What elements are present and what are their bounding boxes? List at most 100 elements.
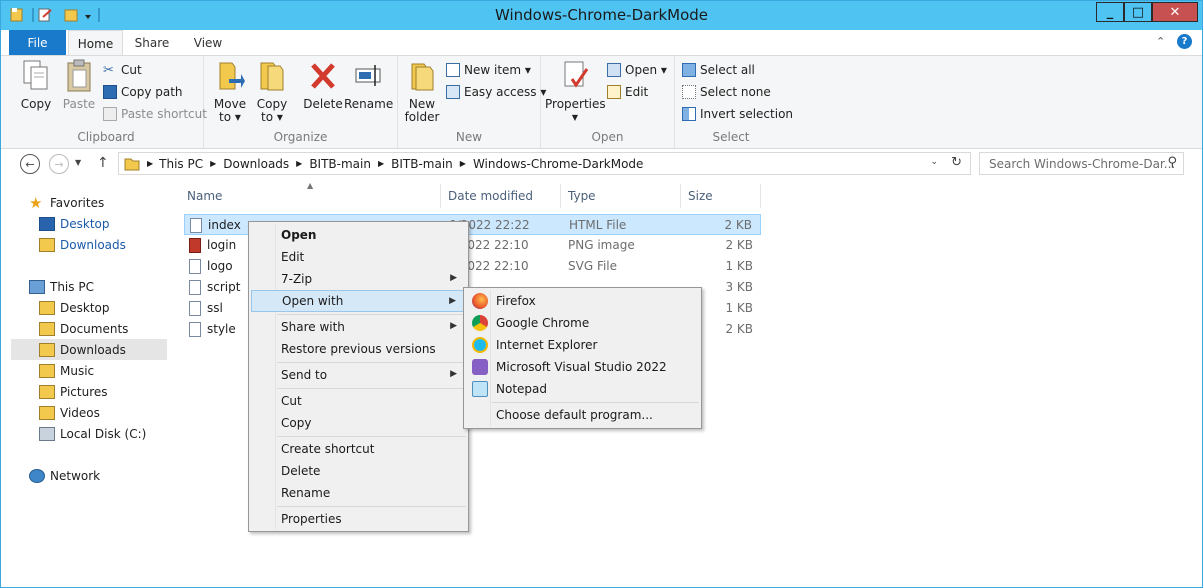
- tab-share[interactable]: Share: [127, 30, 177, 55]
- refresh-icon[interactable]: ↻: [951, 155, 962, 170]
- up-button[interactable]: ↑: [97, 155, 109, 171]
- paste-shortcut-label: Paste shortcut: [121, 107, 207, 121]
- nav-local-disk[interactable]: Local Disk (C:): [39, 423, 146, 444]
- menu-item-choose-default[interactable]: Choose default program...: [466, 404, 699, 426]
- js-file-icon: [189, 280, 201, 295]
- menu-item-firefox[interactable]: Firefox: [466, 290, 699, 312]
- breadcrumb-current-folder[interactable]: Windows-Chrome-DarkMode: [473, 157, 643, 171]
- move-to-button[interactable]: Move to ▾: [210, 59, 250, 124]
- breadcrumb-separator-icon[interactable]: ▶: [378, 159, 384, 168]
- tab-view[interactable]: View: [183, 30, 233, 55]
- file-size: 1 KB: [725, 301, 753, 315]
- nav-this-pc[interactable]: This PC: [29, 276, 94, 297]
- recent-locations-icon[interactable]: ▼: [75, 158, 81, 167]
- forward-button[interactable]: →: [49, 154, 69, 174]
- breadcrumb-downloads[interactable]: Downloads: [223, 157, 289, 171]
- breadcrumb-separator-icon[interactable]: ▶: [460, 159, 466, 168]
- nav-documents[interactable]: Documents: [39, 318, 128, 339]
- collapse-ribbon-icon[interactable]: ⌃: [1156, 35, 1165, 48]
- copy-button[interactable]: Copy: [15, 59, 57, 111]
- properties-dropdown-icon[interactable]: ▼: [545, 111, 605, 124]
- menu-item-restore[interactable]: Restore previous versions: [251, 338, 466, 360]
- nav-pictures-label: Pictures: [60, 384, 108, 399]
- music-folder-icon: [39, 363, 55, 378]
- menu-item-open[interactable]: Open: [251, 224, 466, 246]
- edit-button[interactable]: Edit: [607, 82, 648, 102]
- menu-item-copy[interactable]: Copy: [251, 412, 466, 434]
- file-size: 3 KB: [725, 280, 753, 294]
- menu-item-notepad[interactable]: Notepad: [466, 378, 699, 400]
- menu-item-send-to[interactable]: Send to ▶: [251, 364, 466, 386]
- column-header-type[interactable]: Type: [561, 184, 681, 208]
- menu-item-cut[interactable]: Cut: [251, 390, 466, 412]
- menu-item-open-with-label: Open with: [282, 294, 344, 308]
- easy-access-button[interactable]: Easy access ▾: [446, 82, 546, 102]
- new-item-button[interactable]: New item ▾: [446, 60, 531, 80]
- nav-fav-downloads[interactable]: Downloads: [39, 234, 126, 255]
- nav-videos[interactable]: Videos: [39, 402, 100, 423]
- menu-item-open-with[interactable]: Open with ▶: [251, 290, 466, 312]
- column-header-size[interactable]: Size: [681, 184, 761, 208]
- nav-network[interactable]: Network: [29, 465, 100, 486]
- network-icon: [29, 468, 45, 483]
- invert-selection-button[interactable]: Invert selection: [682, 104, 793, 124]
- copy-path-button[interactable]: Copy path: [103, 82, 183, 102]
- column-header-name[interactable]: Name: [180, 184, 441, 208]
- nav-fav-desktop[interactable]: Desktop: [39, 213, 110, 234]
- tab-home[interactable]: Home: [68, 30, 123, 56]
- search-input[interactable]: Search Windows-Chrome-Dar... ⚲: [979, 152, 1184, 175]
- menu-separator: [492, 402, 699, 403]
- select-none-button[interactable]: Select none: [682, 82, 771, 102]
- menu-item-share-with-label: Share with: [281, 320, 345, 334]
- menu-item-rename[interactable]: Rename: [251, 482, 466, 504]
- menu-item-create-shortcut[interactable]: Create shortcut: [251, 438, 466, 460]
- invert-selection-label: Invert selection: [700, 107, 794, 121]
- paste-button[interactable]: Paste: [59, 59, 99, 111]
- menu-item-visual-studio[interactable]: Microsoft Visual Studio 2022: [466, 356, 699, 378]
- nav-music[interactable]: Music: [39, 360, 94, 381]
- address-dropdown-icon[interactable]: ⌄: [930, 157, 938, 167]
- scissors-icon: ✂: [103, 63, 114, 78]
- nav-pictures[interactable]: Pictures: [39, 381, 108, 402]
- search-placeholder: Search Windows-Chrome-Dar...: [989, 156, 1176, 171]
- menu-item-7zip[interactable]: 7-Zip ▶: [251, 268, 466, 290]
- close-button[interactable]: ✕: [1152, 2, 1198, 22]
- nav-favorites[interactable]: ★ Favorites: [29, 192, 104, 213]
- new-folder-button[interactable]: New folder: [402, 59, 442, 124]
- address-bar[interactable]: ▶ This PC ▶ Downloads ▶ BITB-main ▶ BITB…: [118, 152, 971, 175]
- nav-network-label: Network: [50, 468, 101, 483]
- folder-icon: [39, 300, 55, 315]
- select-all-button[interactable]: Select all: [682, 60, 755, 80]
- menu-item-chrome[interactable]: Google Chrome: [466, 312, 699, 334]
- nav-desktop[interactable]: Desktop: [39, 297, 110, 318]
- breadcrumb-separator-icon[interactable]: ▶: [147, 159, 153, 168]
- back-button[interactable]: ←: [20, 154, 40, 174]
- menu-item-share-with[interactable]: Share with ▶: [251, 316, 466, 338]
- html-file-icon: [190, 218, 202, 233]
- menu-item-vs-label: Microsoft Visual Studio 2022: [496, 360, 667, 374]
- file-name: logo: [207, 259, 233, 273]
- delete-button[interactable]: Delete: [302, 59, 344, 111]
- tab-file[interactable]: File: [9, 30, 66, 55]
- nav-downloads[interactable]: Downloads: [11, 339, 167, 360]
- menu-item-internet-explorer[interactable]: Internet Explorer: [466, 334, 699, 356]
- cut-button[interactable]: ✂ Cut: [103, 60, 142, 80]
- breadcrumb-this-pc[interactable]: This PC: [159, 157, 203, 171]
- breadcrumb-separator-icon[interactable]: ▶: [296, 159, 302, 168]
- menu-item-properties[interactable]: Properties: [251, 508, 466, 530]
- open-button[interactable]: Open ▾: [607, 60, 667, 80]
- column-header-date[interactable]: Date modified: [441, 184, 561, 208]
- breadcrumb-bitb-main-2[interactable]: BITB-main: [391, 157, 453, 171]
- rename-button[interactable]: Rename: [344, 59, 393, 111]
- maximize-button[interactable]: □: [1124, 2, 1152, 22]
- menu-item-edit[interactable]: Edit: [251, 246, 466, 268]
- help-icon[interactable]: ?: [1177, 34, 1192, 49]
- search-icon[interactable]: ⚲: [1167, 155, 1177, 170]
- paste-shortcut-button[interactable]: Paste shortcut: [103, 104, 207, 124]
- breadcrumb-bitb-main[interactable]: BITB-main: [309, 157, 371, 171]
- minimize-button[interactable]: _: [1096, 2, 1124, 22]
- copy-to-button[interactable]: Copy to ▾: [252, 59, 292, 124]
- properties-button[interactable]: Properties ▼: [545, 59, 606, 124]
- breadcrumb-separator-icon[interactable]: ▶: [210, 159, 216, 168]
- menu-item-delete[interactable]: Delete: [251, 460, 466, 482]
